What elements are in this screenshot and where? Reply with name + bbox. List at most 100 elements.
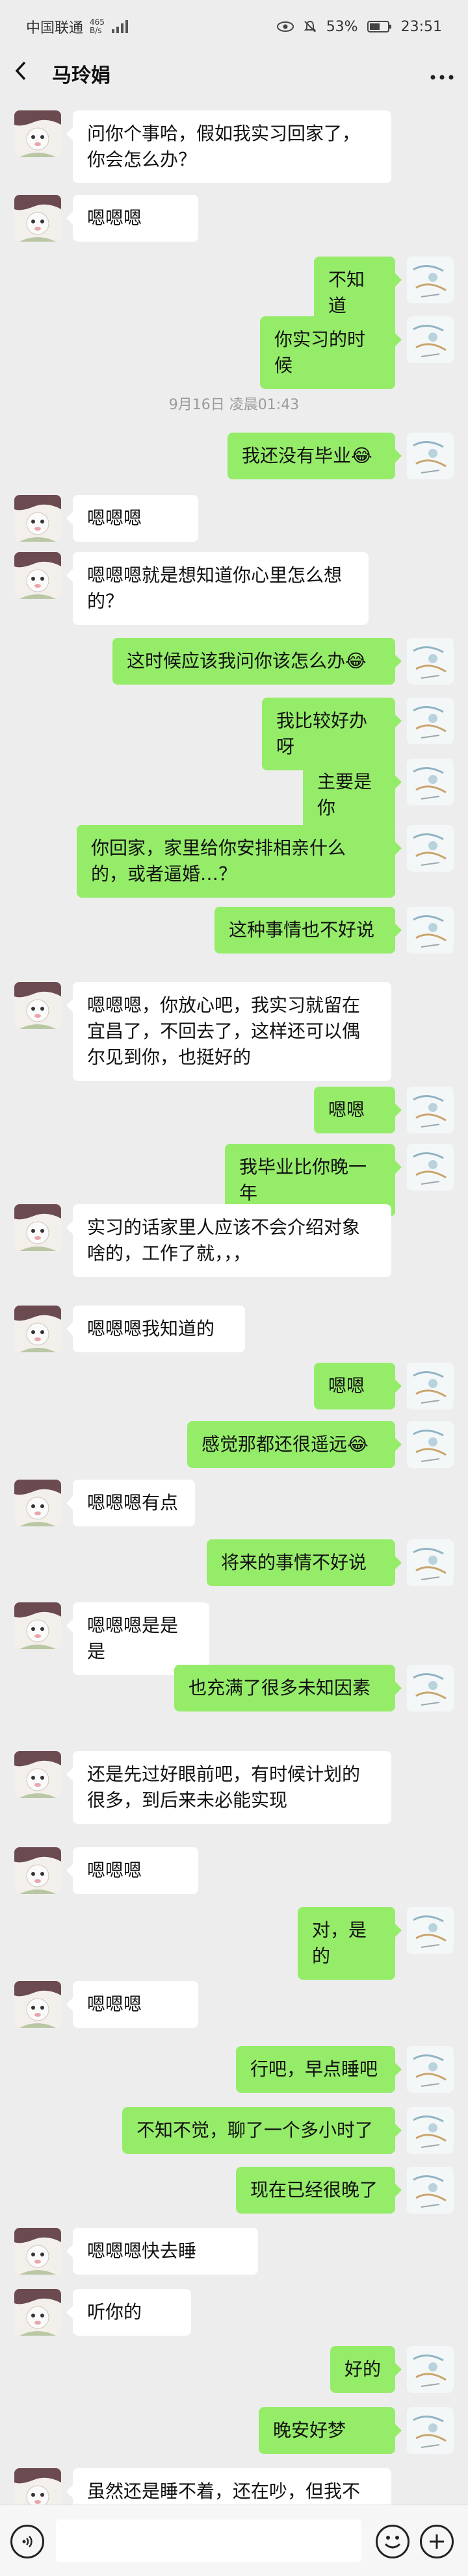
more-button[interactable] <box>430 62 454 85</box>
my-avatar[interactable] <box>407 759 454 805</box>
back-button[interactable] <box>14 60 40 87</box>
my-avatar[interactable] <box>407 2346 454 2393</box>
message-bubble[interactable]: 对，是的 <box>298 1907 402 1980</box>
contact-avatar[interactable] <box>14 1981 61 2028</box>
message-bubble[interactable]: 晚安好梦 <box>259 2407 402 2454</box>
my-avatar-image <box>407 2046 454 2093</box>
plus-button[interactable] <box>420 2525 454 2558</box>
my-avatar[interactable] <box>407 825 454 872</box>
voice-icon <box>22 2536 32 2547</box>
my-avatar[interactable] <box>407 1144 454 1191</box>
message-bubble[interactable]: 也充满了很多未知因素 <box>174 1665 402 1711</box>
voice-button[interactable] <box>10 2525 44 2558</box>
my-avatar[interactable] <box>407 2407 454 2454</box>
my-avatar[interactable] <box>407 2107 454 2154</box>
my-avatar[interactable] <box>407 1665 454 1711</box>
ellipsis-icon <box>430 75 454 79</box>
my-avatar-image <box>407 2107 454 2154</box>
message-bubble[interactable]: 现在已经很晚了 <box>236 2167 402 2214</box>
my-avatar[interactable] <box>407 257 454 303</box>
contact-avatar[interactable] <box>14 1204 61 1251</box>
contact-avatar[interactable] <box>14 495 61 542</box>
my-avatar[interactable] <box>407 433 454 479</box>
message-bubble[interactable]: 还是先过好眼前吧，有时候计划的很多，到后来未必能实现 <box>66 1751 391 1824</box>
contact-avatar[interactable] <box>14 1847 61 1894</box>
message-bubble[interactable]: 你实习的时候 <box>260 316 402 389</box>
contact-avatar-image <box>14 982 61 1029</box>
my-avatar-image <box>407 1421 454 1468</box>
contact-avatar-image <box>14 552 61 599</box>
contact-name: 马玲娟 <box>52 64 110 87</box>
my-avatar[interactable] <box>407 1539 454 1586</box>
message-bubble[interactable]: 这时候应该我问你该怎么办😂 <box>112 638 402 685</box>
contact-avatar-image <box>14 1480 61 1526</box>
contact-avatar-image <box>14 1981 61 2028</box>
message-bubble[interactable]: 嗯嗯嗯，你放心吧，我实习就留在宜昌了，不回去了，这样还可以偶尔见到你，也挺好的 <box>66 982 391 1081</box>
message-input[interactable] <box>56 2519 361 2562</box>
emoji-icon <box>384 2536 401 2549</box>
my-avatar[interactable] <box>407 1421 454 1468</box>
contact-avatar[interactable] <box>14 1480 61 1526</box>
input-bar <box>0 2505 468 2576</box>
contact-avatar[interactable] <box>14 1306 61 1352</box>
my-avatar[interactable] <box>407 2046 454 2093</box>
message-bubble[interactable]: 主要是你 <box>303 759 402 831</box>
clock: 23:51 <box>400 18 442 35</box>
my-avatar-image <box>407 1539 454 1586</box>
carrier-label: 中国联通 <box>26 20 84 36</box>
contact-avatar-image <box>14 1751 61 1798</box>
emoji-button[interactable] <box>376 2525 410 2558</box>
message-bubble[interactable]: 这种事情也不好说 <box>214 907 402 953</box>
my-avatar[interactable] <box>407 1363 454 1409</box>
message-bubble[interactable]: 嗯嗯嗯 <box>66 495 198 542</box>
status-bar: 中国联通 465 B/s 53% 23:51 <box>0 0 468 53</box>
my-avatar-image <box>407 698 454 744</box>
message-bubble[interactable]: 问你个事哈，假如我实习回家了，你会怎么办？ <box>66 110 391 183</box>
message-bubble[interactable]: 嗯嗯嗯快去睡 <box>66 2228 258 2275</box>
message-bubble[interactable]: 听你的 <box>66 2289 191 2336</box>
contact-avatar-image <box>14 1306 61 1352</box>
contact-avatar[interactable] <box>14 195 61 242</box>
my-avatar-image <box>407 825 454 872</box>
my-avatar[interactable] <box>407 1907 454 1954</box>
contact-avatar[interactable] <box>14 110 61 157</box>
message-bubble[interactable]: 实习的话家里人应该不会介绍对象啥的，工作了就，，， <box>66 1204 391 1277</box>
message-bubble[interactable]: 嗯嗯嗯就是想知道你心里怎么想的？ <box>66 552 369 625</box>
my-avatar[interactable] <box>407 907 454 953</box>
message-bubble[interactable]: 感觉那都还很遥远😂 <box>187 1421 402 1468</box>
contact-avatar[interactable] <box>14 2228 61 2275</box>
my-avatar[interactable] <box>407 1087 454 1133</box>
message-bubble[interactable]: 嗯嗯嗯 <box>66 1847 198 1894</box>
signal-icon <box>111 20 128 33</box>
message-bubble[interactable]: 嗯嗯嗯我知道的 <box>66 1306 245 1352</box>
message-bubble[interactable]: 嗯嗯嗯 <box>66 195 198 242</box>
contact-avatar[interactable] <box>14 2289 61 2336</box>
contact-avatar-image <box>14 1847 61 1894</box>
contact-avatar[interactable] <box>14 1602 61 1649</box>
message-bubble[interactable]: 嗯嗯嗯 <box>66 1981 198 2028</box>
plus-icon <box>430 2534 444 2549</box>
my-avatar-image <box>407 1665 454 1711</box>
contact-avatar[interactable] <box>14 552 61 599</box>
my-avatar[interactable] <box>407 698 454 744</box>
message-bubble[interactable]: 嗯嗯嗯有点 <box>66 1480 195 1526</box>
my-avatar[interactable] <box>407 316 454 363</box>
message-bubble[interactable]: 不知不觉，聊了一个多小时了 <box>122 2107 402 2154</box>
message-bubble[interactable]: 你回家，家里给你安排相亲什么的，或者逼婚…？ <box>77 825 402 898</box>
message-bubble[interactable]: 行吧，早点睡吧 <box>236 2046 402 2093</box>
eye-icon <box>276 21 294 32</box>
contact-avatar[interactable] <box>14 1751 61 1798</box>
contact-avatar-image <box>14 195 61 242</box>
message-bubble[interactable]: 嗯嗯 <box>314 1363 402 1409</box>
message-bubble[interactable]: 我还没有毕业😂 <box>228 433 402 479</box>
message-bubble[interactable]: 好的 <box>330 2346 402 2393</box>
message-bubble[interactable]: 嗯嗯 <box>314 1087 402 1133</box>
message-list[interactable]: 问你个事哈，假如我实习回家了，你会怎么办？ 嗯嗯嗯 不知道 你实习的时候 9月16日 凌… <box>0 97 468 2515</box>
my-avatar[interactable] <box>407 2167 454 2214</box>
contact-avatar[interactable] <box>14 982 61 1029</box>
contact-avatar-image <box>14 495 61 542</box>
message-bubble[interactable]: 将来的事情不好说 <box>207 1539 402 1586</box>
my-avatar[interactable] <box>407 638 454 685</box>
mute-icon <box>304 20 317 32</box>
contact-avatar-image <box>14 1602 61 1649</box>
